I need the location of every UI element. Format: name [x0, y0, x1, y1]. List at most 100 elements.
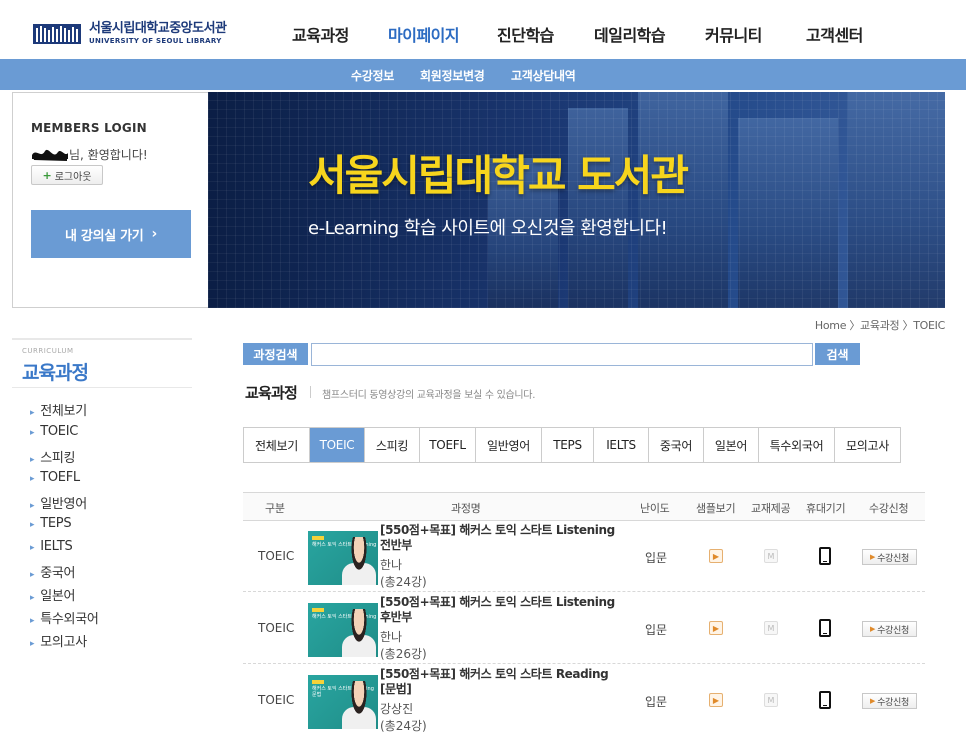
sidebar-item-toefl[interactable]: ▸ TOEFL — [30, 470, 80, 485]
column-header-level: 난이도 — [640, 502, 670, 515]
sample-video-icon[interactable]: ▶ — [709, 549, 723, 563]
course-lecture-count: (총24강) — [380, 719, 427, 733]
logo-korean: 서울시립대학교중앙도서관 — [89, 21, 227, 36]
mobile-device-icon — [819, 619, 831, 637]
menu-diagnostic[interactable]: 진단학습 — [497, 22, 554, 46]
library-logo[interactable]: 서울시립대학교중앙도서관 UNIVERSITY OF SEOUL LIBRARY — [33, 20, 227, 48]
logo-mark-icon — [33, 24, 81, 44]
bullet-icon: ▸ — [30, 593, 35, 603]
my-classroom-button[interactable]: 내 강의실 가기 › — [31, 210, 191, 258]
course-category: TOEIC — [258, 693, 295, 707]
sidebar-item-label: 중국어 — [40, 566, 76, 581]
tab-all[interactable]: 전체보기 — [244, 428, 310, 462]
sidebar-item-japanese[interactable]: ▸ 일본어 — [30, 585, 76, 604]
search-input[interactable] — [311, 343, 813, 366]
bullet-icon: ▸ — [30, 428, 35, 438]
bullet-icon: ▸ — [30, 639, 35, 649]
banner-subtitle: e-Learning 학습 사이트에 오신것을 환영합니다! — [308, 218, 668, 239]
sidebar-item-chinese[interactable]: ▸ 중국어 — [30, 562, 76, 581]
sidebar-item-label: 스피킹 — [40, 451, 76, 466]
instructor-photo — [346, 537, 372, 585]
course-level: 입문 — [645, 623, 668, 637]
course-category: TOEIC — [258, 549, 295, 563]
sidebar-item-label: 특수외국어 — [40, 612, 99, 627]
redacted-username-icon — [32, 149, 68, 161]
tab-japanese[interactable]: 일본어 — [704, 428, 759, 462]
instructor-photo — [346, 681, 372, 729]
section-description: 챔프스터디 동영상강의 교육과정을 보실 수 있습니다. — [322, 390, 536, 401]
sidebar-item-speaking[interactable]: ▸ 스피킹 — [30, 447, 76, 466]
bullet-icon: ▸ — [30, 455, 35, 465]
textbook-icon: M — [764, 549, 778, 563]
table-row: TOEIC 해커스 토익 스타트 Reading 문법 [550점+목표] 해커… — [243, 665, 925, 736]
column-header-category: 구분 — [265, 502, 285, 515]
thumbnail-tag — [312, 680, 324, 684]
course-title[interactable]: [550점+목표] 해커스 토익 스타트 Listening 후반부 — [380, 595, 625, 625]
apply-button[interactable]: ▶ 수강신청 — [862, 693, 917, 709]
logo-text: 서울시립대학교중앙도서관 UNIVERSITY OF SEOUL LIBRARY — [89, 22, 227, 46]
sample-video-icon[interactable]: ▶ — [709, 693, 723, 707]
sidebar-item-special-languages[interactable]: ▸ 특수외국어 — [30, 608, 99, 627]
course-thumbnail[interactable]: 해커스 토익 스타트 Listening — [308, 603, 378, 657]
apply-button[interactable]: ▶ 수강신청 — [862, 549, 917, 565]
menu-community[interactable]: 커뮤니티 — [705, 22, 762, 46]
logout-button[interactable]: + 로그아웃 — [31, 165, 103, 185]
chevron-right-icon: › — [151, 226, 157, 242]
login-welcome: 님, 환영합니다! — [31, 145, 148, 163]
column-header-mobile: 휴대기기 — [806, 502, 846, 515]
tab-toeic[interactable]: TOEIC — [310, 428, 365, 462]
course-title[interactable]: [550점+목표] 해커스 토익 스타트 Reading [문법] — [380, 667, 625, 697]
subnav-enrollment-info[interactable]: 수강정보 — [351, 67, 394, 84]
bullet-icon: ▸ — [30, 616, 35, 626]
subnav-edit-profile[interactable]: 회원정보변경 — [420, 67, 485, 84]
sidebar-item-all[interactable]: ▸ 전체보기 — [30, 400, 87, 419]
tab-teps[interactable]: TEPS — [542, 428, 594, 462]
welcome-text: 님, 환영합니다! — [69, 147, 148, 162]
mobile-device-icon — [819, 547, 831, 565]
subnav-consultation[interactable]: 고객상담내역 — [511, 67, 576, 84]
apply-button[interactable]: ▶ 수강신청 — [862, 621, 917, 637]
side-nav-caption: CURRICULUM — [22, 347, 74, 355]
logout-label: 로그아웃 — [54, 171, 92, 183]
sidebar-item-label: 일반영어 — [40, 497, 87, 512]
course-teacher: 한나 — [380, 558, 403, 572]
course-title[interactable]: [550점+목표] 해커스 토익 스타트 Listening 전반부 — [380, 523, 625, 553]
search-button[interactable]: 검색 — [815, 343, 860, 365]
tab-toefl[interactable]: TOEFL — [420, 428, 476, 462]
divider — [310, 386, 311, 398]
bullet-icon: ▸ — [30, 501, 35, 511]
course-thumbnail[interactable]: 해커스 토익 스타트 Listening — [308, 531, 378, 585]
sidebar-item-teps[interactable]: ▸ TEPS — [30, 516, 72, 531]
sidebar-item-general-english[interactable]: ▸ 일반영어 — [30, 493, 87, 512]
tab-mock-test[interactable]: 모의고사 — [835, 428, 901, 462]
instructor-photo — [346, 609, 372, 657]
sidebar-item-toeic[interactable]: ▸ TOEIC — [30, 424, 78, 439]
tab-speaking[interactable]: 스피킹 — [365, 428, 420, 462]
menu-mypage[interactable]: 마이페이지 — [388, 22, 460, 46]
table-row: TOEIC 해커스 토익 스타트 Listening [550점+목표] 해커스… — [243, 521, 925, 592]
tab-ielts[interactable]: IELTS — [594, 428, 649, 462]
apply-label: 수강신청 — [877, 697, 909, 708]
sidebar-item-mock-test[interactable]: ▸ 모의고사 — [30, 631, 87, 650]
menu-curriculum[interactable]: 교육과정 — [292, 22, 349, 46]
tab-special-languages[interactable]: 특수외국어 — [759, 428, 835, 462]
sidebar-item-ielts[interactable]: ▸ IELTS — [30, 539, 73, 554]
sidebar-item-label: TEPS — [40, 516, 72, 531]
course-level: 입문 — [645, 695, 668, 709]
thumbnail-tag — [312, 608, 324, 612]
section-title: 교육과정 — [245, 384, 298, 402]
tab-chinese[interactable]: 중국어 — [649, 428, 704, 462]
hero-banner: 서울시립대학교 도서관 e-Learning 학습 사이트에 오신것을 환영합니… — [208, 92, 945, 308]
sample-video-icon[interactable]: ▶ — [709, 621, 723, 635]
menu-daily[interactable]: 데일리학습 — [594, 22, 666, 46]
course-thumbnail[interactable]: 해커스 토익 스타트 Reading 문법 — [308, 675, 378, 729]
course-lecture-count: (총26강) — [380, 647, 427, 661]
side-nav-title: 교육과정 — [22, 362, 89, 384]
tab-general-english[interactable]: 일반영어 — [476, 428, 542, 462]
column-header-course: 과정명 — [451, 502, 481, 515]
course-lecture-count: (총24강) — [380, 575, 427, 589]
side-nav-header: CURRICULUM 교육과정 — [12, 338, 192, 388]
menu-support[interactable]: 고객센터 — [806, 22, 863, 46]
course-level: 입문 — [645, 551, 668, 565]
bullet-icon: ▸ — [30, 474, 35, 484]
